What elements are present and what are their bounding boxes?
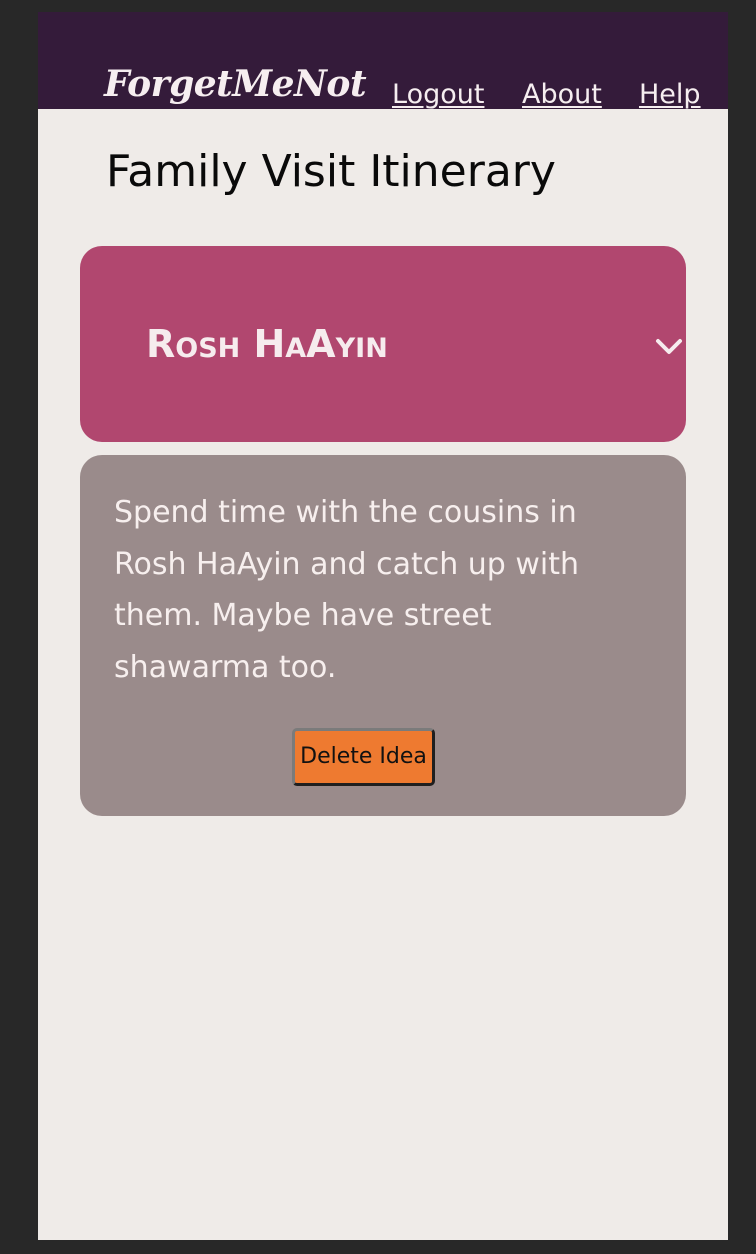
accordion-body: Spend time with the cousins in Rosh HaAy…	[80, 455, 686, 816]
delete-idea-button[interactable]: Delete Idea	[292, 728, 435, 786]
navbar: ForgetMeNot Logout About Help	[38, 12, 728, 112]
chevron-down-icon[interactable]	[654, 336, 684, 358]
help-link[interactable]: Help	[639, 78, 701, 112]
accordion-header[interactable]: Rosh HaAyin	[80, 246, 686, 442]
page-title: Family Visit Itinerary	[106, 146, 556, 197]
logout-link[interactable]: Logout	[392, 78, 484, 112]
brand-logo[interactable]: ForgetMeNot	[104, 62, 367, 106]
app-window: ForgetMeNot Logout About Help Family Vis…	[38, 12, 728, 1240]
accordion-title: Rosh HaAyin	[146, 322, 388, 366]
about-link[interactable]: About	[522, 78, 602, 112]
idea-description: Spend time with the cousins in Rosh HaAy…	[114, 495, 579, 685]
